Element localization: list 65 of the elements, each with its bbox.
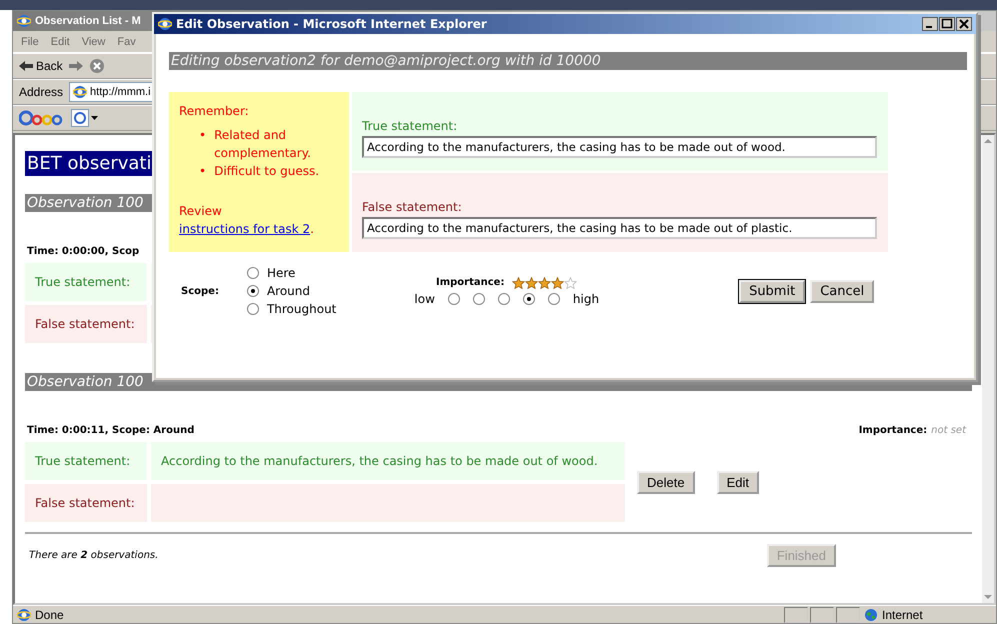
statement-label: False statement: (362, 199, 463, 214)
submit-button[interactable]: Submit (739, 280, 806, 302)
scale-low-label: low (414, 292, 435, 306)
statement-label: False statement: (25, 305, 147, 343)
statement-label: True statement: (25, 263, 147, 301)
maximize-icon[interactable] (939, 17, 955, 31)
edit-button[interactable]: Edit (716, 470, 759, 494)
dialog-title: Edit Observation - Microsoft Internet Explorer (176, 17, 487, 31)
radio-button[interactable] (246, 285, 259, 297)
search-engine-icon[interactable] (71, 109, 99, 127)
menu-item[interactable]: Fav (117, 36, 136, 48)
reminder-title: Remember: (179, 104, 250, 118)
arrow-icon (19, 61, 33, 71)
close-icon[interactable] (956, 17, 972, 31)
radio-button[interactable] (246, 267, 259, 279)
radio-button[interactable] (548, 292, 560, 304)
summary-text: There are 2 observations. (29, 550, 158, 561)
browser-icon (158, 17, 172, 31)
radio-button[interactable] (522, 292, 535, 304)
instructions-link[interactable]: instructions for task 2 (179, 222, 310, 236)
back-button[interactable]: Back (19, 59, 63, 73)
menu-item[interactable]: View (82, 36, 106, 48)
statement-label: True statement: (362, 118, 458, 133)
statement-label: True statement: (25, 442, 147, 480)
address-label: Address (19, 85, 64, 99)
importance-label: Importance: (858, 425, 928, 436)
radio-button[interactable] (472, 292, 485, 304)
cancel-button[interactable]: Cancel (810, 280, 874, 302)
statement-field[interactable]: According to the manufacturers, the casing has to be made out of wood. (362, 136, 877, 158)
scope-label: Scope: (181, 286, 219, 296)
stop-icon[interactable] (88, 58, 105, 74)
reminder-point: Related and complementary. (214, 127, 312, 162)
option-label[interactable]: Throughout (266, 302, 336, 316)
page-heading: BET observati (25, 151, 153, 176)
observation-meta: Time: 0:00:11, Scope: Around (27, 425, 194, 436)
menu-item[interactable]: File (21, 36, 39, 48)
zone-indicator: Internet (860, 608, 996, 622)
toolbar-logo-icon (19, 110, 65, 126)
forward-icon[interactable] (68, 61, 83, 71)
browser-icon (17, 608, 31, 622)
radio-button[interactable] (246, 303, 259, 315)
radio-button[interactable] (448, 292, 460, 304)
menu-item[interactable]: Edit (50, 36, 70, 48)
option-label[interactable]: Around (266, 284, 310, 298)
status-text: Done (13, 608, 68, 622)
radio-button[interactable] (498, 292, 510, 304)
delete-button[interactable]: Delete (637, 470, 695, 494)
observation-meta: Time: 0:00:00, Scop (27, 246, 140, 257)
minimize-icon[interactable] (922, 17, 938, 31)
window-title: Observation List - M (35, 15, 141, 27)
globe-icon (864, 608, 878, 622)
browser-icon (17, 14, 31, 28)
bullet-mark: • (199, 163, 206, 180)
statement-value: According to the manufacturers, the casing has to be made out of wood. (151, 442, 625, 480)
importance-label: Importance: (436, 277, 504, 288)
scale-high-label: high (572, 292, 600, 306)
statement-label: False statement: (25, 484, 147, 522)
statement-field[interactable]: According to the manufacturers, the casing has to be made out of plastic. (362, 217, 877, 239)
bullet-mark: • (199, 127, 206, 144)
browser-icon (73, 85, 88, 99)
dialog-heading: Editing observation2 for demo@amiproject.org with id 10000 (169, 52, 967, 70)
scrollbar[interactable] (982, 135, 994, 603)
option-label[interactable]: Here (266, 266, 296, 280)
importance-value: not set (931, 425, 966, 436)
reminder-point: Difficult to guess. (214, 163, 320, 180)
